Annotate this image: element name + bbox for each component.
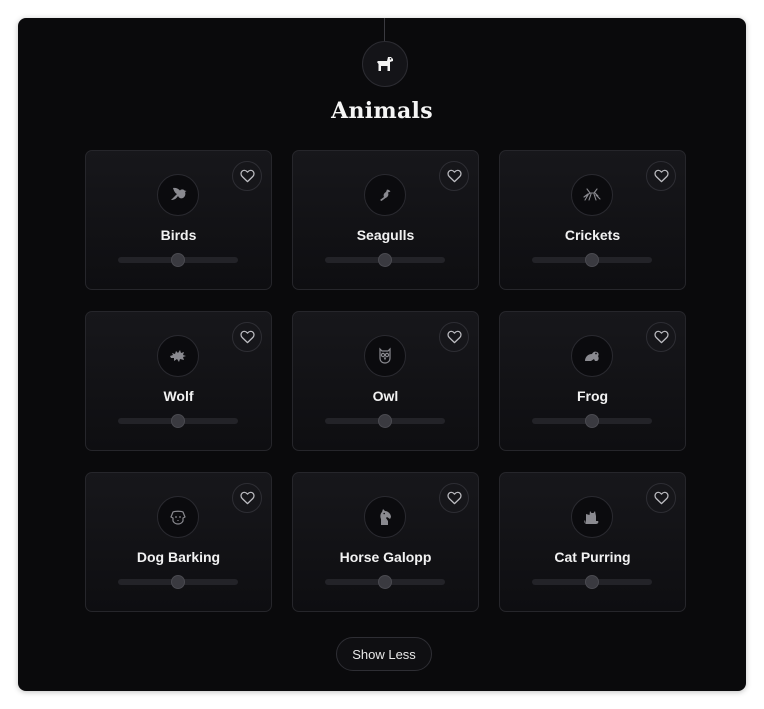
seagull-icon bbox=[364, 174, 406, 216]
slider-thumb[interactable] bbox=[585, 253, 599, 267]
volume-slider[interactable] bbox=[325, 575, 445, 589]
frog-icon bbox=[571, 335, 613, 377]
favorite-button[interactable] bbox=[439, 483, 469, 513]
favorite-button[interactable] bbox=[646, 161, 676, 191]
volume-slider[interactable] bbox=[532, 253, 652, 267]
slider-thumb[interactable] bbox=[585, 414, 599, 428]
sound-card-frog: Frog bbox=[499, 311, 686, 451]
favorite-button[interactable] bbox=[439, 322, 469, 352]
volume-slider[interactable] bbox=[118, 414, 238, 428]
favorite-button[interactable] bbox=[646, 322, 676, 352]
bird-icon bbox=[157, 174, 199, 216]
cat-icon bbox=[571, 496, 613, 538]
heart-icon bbox=[653, 491, 669, 505]
sound-label: Dog Barking bbox=[136, 549, 221, 565]
volume-slider[interactable] bbox=[325, 253, 445, 267]
heart-icon bbox=[239, 169, 255, 183]
sound-label: Owl bbox=[372, 388, 399, 404]
sound-label: Crickets bbox=[564, 227, 621, 243]
sound-card-cat-purring: Cat Purring bbox=[499, 472, 686, 612]
sound-card-wolf: Wolf bbox=[85, 311, 272, 451]
sound-label: Birds bbox=[160, 227, 197, 243]
sound-label: Cat Purring bbox=[554, 549, 631, 565]
heart-icon bbox=[446, 330, 462, 344]
owl-icon bbox=[364, 335, 406, 377]
sound-grid: Birds Seagulls Crickets Wolf Owl Frog Do… bbox=[85, 150, 686, 612]
sound-category-panel: Animals Birds Seagulls Crickets Wolf Owl… bbox=[18, 18, 746, 691]
favorite-button[interactable] bbox=[232, 161, 262, 191]
sound-card-horse-galopp: Horse Galopp bbox=[292, 472, 479, 612]
connector-line bbox=[384, 18, 385, 42]
favorite-button[interactable] bbox=[439, 161, 469, 191]
slider-thumb[interactable] bbox=[585, 575, 599, 589]
sound-card-seagulls: Seagulls bbox=[292, 150, 479, 290]
category-title: Animals bbox=[331, 98, 433, 124]
heart-icon bbox=[653, 169, 669, 183]
wolf-icon bbox=[157, 335, 199, 377]
cricket-icon bbox=[571, 174, 613, 216]
sound-label: Seagulls bbox=[356, 227, 415, 243]
heart-icon bbox=[239, 330, 255, 344]
volume-slider[interactable] bbox=[118, 253, 238, 267]
sound-card-birds: Birds bbox=[85, 150, 272, 290]
heart-icon bbox=[446, 169, 462, 183]
slider-thumb[interactable] bbox=[378, 253, 392, 267]
horse-icon bbox=[364, 496, 406, 538]
slider-thumb[interactable] bbox=[378, 414, 392, 428]
show-less-button[interactable]: Show Less bbox=[336, 637, 432, 671]
favorite-button[interactable] bbox=[232, 322, 262, 352]
slider-thumb[interactable] bbox=[171, 414, 185, 428]
volume-slider[interactable] bbox=[532, 575, 652, 589]
sound-label: Frog bbox=[576, 388, 609, 404]
favorite-button[interactable] bbox=[232, 483, 262, 513]
volume-slider[interactable] bbox=[325, 414, 445, 428]
sound-card-dog-barking: Dog Barking bbox=[85, 472, 272, 612]
heart-icon bbox=[446, 491, 462, 505]
sound-label: Horse Galopp bbox=[339, 549, 432, 565]
slider-thumb[interactable] bbox=[378, 575, 392, 589]
heart-icon bbox=[239, 491, 255, 505]
sound-card-owl: Owl bbox=[292, 311, 479, 451]
volume-slider[interactable] bbox=[532, 414, 652, 428]
slider-thumb[interactable] bbox=[171, 253, 185, 267]
sound-label: Wolf bbox=[163, 388, 194, 404]
heart-icon bbox=[653, 330, 669, 344]
favorite-button[interactable] bbox=[646, 483, 676, 513]
dog-icon bbox=[362, 41, 408, 87]
volume-slider[interactable] bbox=[118, 575, 238, 589]
slider-thumb[interactable] bbox=[171, 575, 185, 589]
dog-face-icon bbox=[157, 496, 199, 538]
sound-card-crickets: Crickets bbox=[499, 150, 686, 290]
